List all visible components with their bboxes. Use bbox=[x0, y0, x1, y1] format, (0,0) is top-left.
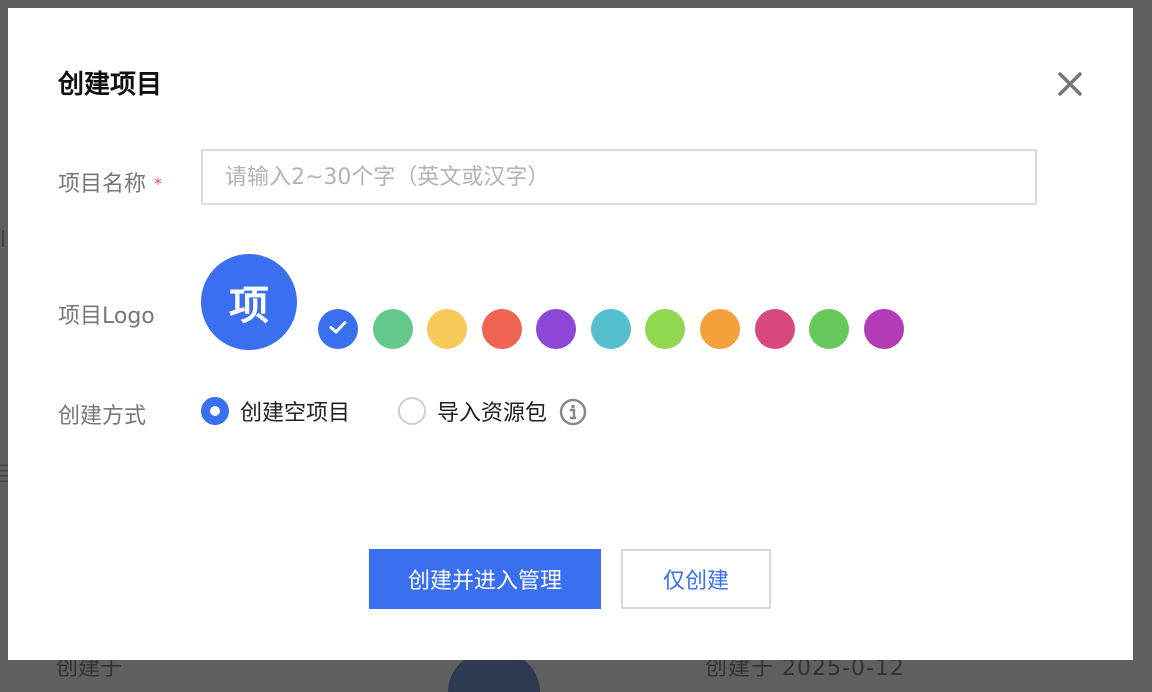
radio-import-package[interactable]: 导入资源包 bbox=[398, 393, 547, 429]
color-swatch[interactable] bbox=[318, 309, 358, 349]
required-mark: * bbox=[154, 174, 163, 193]
color-swatch[interactable] bbox=[755, 309, 795, 349]
close-icon[interactable] bbox=[1052, 66, 1088, 102]
project-name-label-text: 项目名称 bbox=[58, 172, 147, 197]
color-swatch[interactable] bbox=[700, 309, 740, 349]
create-only-button[interactable]: 仅创建 bbox=[621, 549, 771, 609]
creation-method-label: 创建方式 bbox=[58, 404, 147, 429]
project-name-label: 项目名称 * bbox=[58, 166, 162, 198]
info-icon[interactable] bbox=[559, 398, 587, 426]
create-and-manage-button[interactable]: 创建并进入管理 bbox=[369, 549, 601, 609]
color-swatch[interactable] bbox=[482, 309, 522, 349]
project-name-input[interactable] bbox=[201, 149, 1037, 205]
color-swatch[interactable] bbox=[809, 309, 849, 349]
color-swatch[interactable] bbox=[373, 309, 413, 349]
color-swatch[interactable] bbox=[536, 309, 576, 349]
radio-empty-project[interactable]: 创建空项目 bbox=[201, 393, 350, 429]
check-icon bbox=[327, 316, 349, 342]
dialog-title: 创建项目 bbox=[58, 70, 163, 100]
color-swatch[interactable] bbox=[591, 309, 631, 349]
create-project-dialog: 创建项目 项目名称 * 项目Logo 项 创建方式 创建空项目 导入资源包 bbox=[8, 8, 1133, 660]
radio-button-selected[interactable] bbox=[201, 397, 229, 425]
radio-label: 导入资源包 bbox=[437, 401, 548, 426]
radio-button-unselected[interactable] bbox=[398, 397, 426, 425]
color-swatch[interactable] bbox=[864, 309, 904, 349]
logo-preview: 项 bbox=[201, 254, 297, 350]
project-logo-label: 项目Logo bbox=[58, 304, 155, 329]
radio-label: 创建空项目 bbox=[240, 401, 351, 426]
color-swatch[interactable] bbox=[645, 309, 685, 349]
color-swatch[interactable] bbox=[427, 309, 467, 349]
